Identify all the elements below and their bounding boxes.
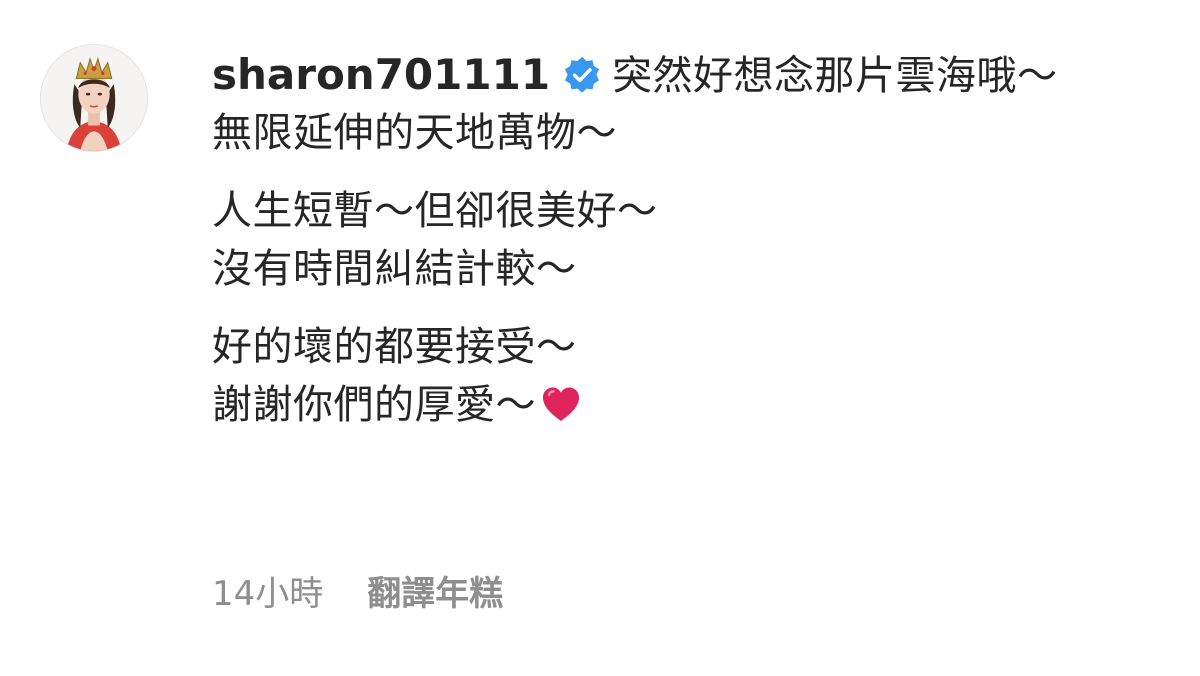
caption-line-5: 好的壞的都要接受～: [212, 324, 577, 370]
post-meta: 14小時 翻譯年糕: [212, 570, 503, 618]
caption-text-6: 謝謝你們的厚愛～: [212, 382, 536, 428]
translate-button[interactable]: 翻譯年糕: [367, 574, 503, 614]
caption-line-6: 謝謝你們的厚愛～: [212, 376, 1162, 434]
caption-line-2: 無限延伸的天地萬物～: [212, 110, 617, 156]
avatar[interactable]: [40, 44, 148, 152]
avatar-image: [41, 45, 147, 151]
caption-text-1: 突然好想念那片雲海哦～: [612, 53, 1058, 99]
red-heart-icon: [540, 384, 582, 424]
verified-badge-icon: [562, 55, 602, 95]
post-caption: sharon701111 突然好想念那片雲海哦～ 無限延伸的天地萬物～ 人生短暫…: [212, 46, 1162, 434]
caption-line-3: 人生短暫～但卻很美好～: [212, 188, 658, 234]
username-link[interactable]: sharon701111: [212, 50, 550, 99]
timestamp[interactable]: 14小時: [212, 574, 323, 614]
caption-line-4: 沒有時間糾結計較～: [212, 246, 577, 292]
caption-line-1: sharon701111 突然好想念那片雲海哦～: [212, 46, 1162, 104]
